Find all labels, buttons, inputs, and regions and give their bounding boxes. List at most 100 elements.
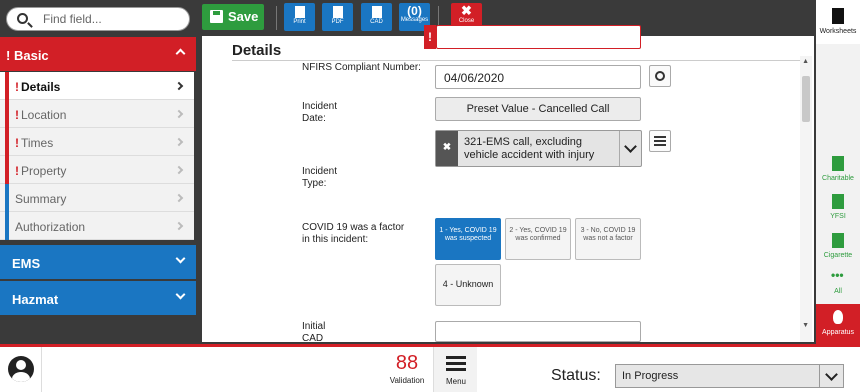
- cad-incident-field[interactable]: [435, 321, 641, 342]
- chevron-down-icon: [175, 289, 186, 300]
- incident-type-select[interactable]: ✖ 321-EMS call, excluding vehicle accide…: [435, 130, 642, 167]
- scroll-up-icon[interactable]: ▲: [802, 58, 809, 65]
- covid-option-4[interactable]: 4 - Unknown: [435, 264, 501, 306]
- user-button[interactable]: [0, 347, 42, 392]
- search-icon: [17, 13, 28, 24]
- preset-cancelled-call-button[interactable]: Preset Value - Cancelled Call: [435, 97, 641, 121]
- menu-button[interactable]: Menu: [433, 347, 477, 392]
- worksheets-button[interactable]: Worksheets: [816, 0, 860, 44]
- printer-icon: [294, 6, 305, 18]
- avatar-icon: [8, 356, 34, 382]
- sidebar-item-label: Details: [21, 80, 61, 94]
- sidebar-item-details[interactable]: ! Details: [0, 72, 194, 100]
- validation-label: Validation: [389, 376, 425, 385]
- charitable-button[interactable]: Charitable: [816, 153, 860, 189]
- chevron-right-icon: [174, 165, 184, 175]
- status-value: In Progress: [622, 370, 679, 382]
- sidebar-item-label: Location: [21, 108, 67, 122]
- apparatus-label: Apparatus: [822, 329, 854, 336]
- list-icon-line: [654, 140, 666, 142]
- section-basic-flag: !: [6, 48, 11, 63]
- scrollbar-thumb[interactable]: [802, 76, 810, 122]
- covid-option-3[interactable]: 3 - No, COVID 19 was not a factor: [575, 218, 641, 260]
- status-select[interactable]: In Progress: [615, 364, 844, 388]
- section-basic-label: Basic: [13, 48, 49, 63]
- document-icon: [832, 233, 844, 248]
- incident-type-label: Incident Type:: [302, 166, 338, 189]
- floppy-disk-icon: [210, 10, 223, 23]
- flame-icon: [833, 310, 843, 324]
- print-button[interactable]: Print: [284, 3, 315, 31]
- list-icon-line: [654, 144, 666, 146]
- footer: 88 Validation Menu Status: In Progress: [0, 347, 860, 392]
- chevron-down-icon[interactable]: [619, 131, 641, 166]
- sidebar-item-times[interactable]: ! Times: [0, 128, 194, 156]
- section-ems-label: EMS: [12, 256, 41, 271]
- apparatus-button[interactable]: Apparatus: [816, 304, 860, 344]
- scrollbar[interactable]: ▲ ▼: [800, 56, 812, 342]
- required-flag: !: [15, 164, 19, 178]
- pdf-button[interactable]: PDF: [322, 3, 353, 31]
- section-basic[interactable]: ! Basic: [0, 37, 196, 71]
- right-rail: Worksheets Charitable YFSI Cigarette •••…: [816, 0, 860, 344]
- section-ems[interactable]: EMS: [0, 245, 196, 279]
- pdf-file-icon: [332, 6, 343, 18]
- required-flag: !: [15, 80, 19, 94]
- validation-button[interactable]: 88 Validation: [381, 347, 433, 392]
- sidebar-item-property[interactable]: ! Property: [0, 156, 194, 184]
- nfirs-label: NFIRS Compliant Number:: [302, 62, 421, 73]
- time-picker-button[interactable]: [649, 65, 671, 87]
- document-icon: [832, 156, 844, 171]
- list-picker-button[interactable]: [649, 130, 671, 152]
- toolbar-divider: [276, 6, 277, 30]
- cigarette-button[interactable]: Cigarette: [816, 230, 860, 266]
- list-icon: [654, 136, 666, 138]
- sidebar-item-label: Authorization: [15, 220, 86, 234]
- yfsi-button[interactable]: YFSI: [816, 191, 860, 227]
- sidebar-item-authorization[interactable]: Authorization: [0, 212, 194, 240]
- all-button[interactable]: ••• All: [816, 266, 860, 302]
- chevron-right-icon: [174, 193, 184, 203]
- pdf-label: PDF: [331, 19, 344, 25]
- worksheet-icon: [832, 8, 844, 24]
- incident-date-label: Incident Date:: [302, 101, 338, 124]
- chevron-right-icon: [174, 109, 184, 119]
- chevron-up-icon: [175, 48, 186, 59]
- chevron-right-icon: [174, 221, 184, 231]
- page-title: Details: [232, 42, 282, 59]
- covid-option-1[interactable]: 1 - Yes, COVID 19 was suspected: [435, 218, 501, 260]
- covid-option-2[interactable]: 2 - Yes, COVID 19 was confirmed: [505, 218, 571, 260]
- sidebar-item-label: Times: [21, 136, 54, 150]
- cad-label: CAD: [370, 19, 383, 25]
- section-hazmat[interactable]: Hazmat: [0, 281, 196, 315]
- chevron-right-icon: [174, 81, 184, 91]
- covid-label: COVID 19 was a factor in this incident:: [302, 222, 405, 245]
- save-button[interactable]: Save: [202, 4, 264, 30]
- cad-button[interactable]: CAD: [361, 3, 392, 31]
- required-flag: !: [15, 136, 19, 150]
- cigarette-label: Cigarette: [823, 252, 853, 259]
- clear-icon[interactable]: ✖: [436, 131, 458, 166]
- messages-label: Messages: [400, 17, 429, 23]
- required-bar: [5, 156, 9, 184]
- search-field[interactable]: [6, 7, 190, 31]
- scroll-down-icon[interactable]: ▼: [802, 322, 809, 329]
- download-icon: [371, 6, 382, 18]
- sidebar-item-label: Summary: [15, 192, 67, 206]
- search-input[interactable]: [43, 11, 183, 27]
- nfirs-number-field[interactable]: [436, 25, 641, 49]
- sidebar-item-label: Property: [21, 164, 67, 178]
- menu-label: Menu: [445, 377, 466, 386]
- required-bar: [5, 72, 9, 100]
- required-flag-box: !: [424, 25, 436, 49]
- title-divider: [232, 60, 808, 61]
- close-icon: ✖: [461, 3, 472, 18]
- chevron-down-icon: [819, 365, 843, 387]
- section-bar: [5, 212, 9, 240]
- incident-date-field[interactable]: 04/06/2020: [435, 65, 641, 89]
- chevron-down-icon: [175, 253, 186, 264]
- sidebar-item-summary[interactable]: Summary: [0, 184, 194, 212]
- sidebar-item-location[interactable]: ! Location: [0, 100, 194, 128]
- all-label: All: [834, 288, 842, 295]
- required-bar: [5, 100, 9, 128]
